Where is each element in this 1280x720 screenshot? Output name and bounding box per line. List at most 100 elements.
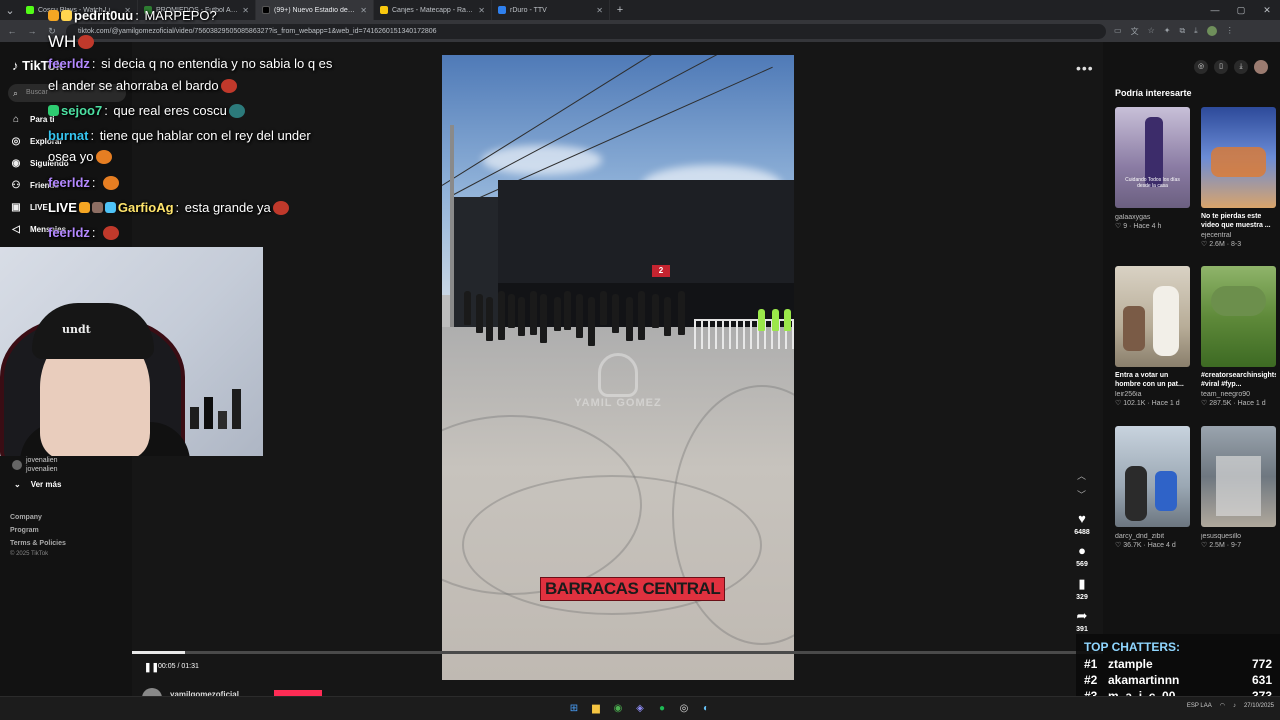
windows-icon[interactable]: ⊞ xyxy=(566,701,582,717)
crowd-person xyxy=(486,297,493,341)
emote-icon xyxy=(103,225,120,240)
translate-icon[interactable]: 文 xyxy=(1131,26,1139,37)
emote-icon xyxy=(272,200,289,215)
comment-button[interactable]: ● 569 xyxy=(1070,544,1094,569)
download-icon[interactable]: ⤓ xyxy=(1234,60,1248,74)
friends-icon: ⚇ xyxy=(11,180,21,191)
ver-mas-button[interactable]: ⌄ Ver más xyxy=(14,480,61,489)
badge-icon xyxy=(48,105,59,116)
browser-tab-active[interactable]: (99+) Nuevo Estadio de Fútbol✕ xyxy=(256,0,374,20)
cast-icon[interactable]: ▭ xyxy=(1114,26,1122,37)
close-window-icon[interactable]: ✕ xyxy=(1254,0,1280,20)
phone-icon[interactable]: ▯ xyxy=(1214,60,1228,74)
discord-icon[interactable]: ◈ xyxy=(632,701,648,717)
footer-link-program[interactable]: Program xyxy=(10,527,39,534)
tab-favicon xyxy=(26,6,34,14)
close-tab-icon[interactable]: ✕ xyxy=(242,6,249,15)
profile-avatar[interactable] xyxy=(1206,25,1217,36)
video-thumbnail xyxy=(1115,426,1190,527)
puzzle-icon[interactable]: ⧉ xyxy=(1179,26,1185,37)
video-pole xyxy=(450,125,454,355)
pause-icon[interactable]: ❚❚ xyxy=(144,662,159,673)
video-progress-bar[interactable] xyxy=(132,651,1103,654)
badge-icon xyxy=(61,10,72,21)
crowd-person-vest xyxy=(772,309,779,331)
compass-icon[interactable]: ◎ xyxy=(1194,60,1208,74)
tray-language[interactable]: ESP LAA xyxy=(1187,703,1212,709)
tab-search-icon[interactable]: ⌄ xyxy=(0,4,20,17)
save-button[interactable]: ▮ 329 xyxy=(1070,577,1094,602)
close-tab-icon[interactable]: ✕ xyxy=(360,6,367,15)
emote-icon xyxy=(78,35,95,49)
recommended-card[interactable]: #creatorsearchinsights #viral #fyp... te… xyxy=(1201,266,1276,407)
like-button[interactable]: ♥ 6488 xyxy=(1070,512,1094,537)
recommended-card[interactable]: Cuidando Todos los días desde la casa ga… xyxy=(1115,107,1190,230)
maximize-icon[interactable]: ▢ xyxy=(1228,0,1254,20)
tab-favicon xyxy=(262,6,270,14)
screen: ⌄ Coscu Plays - Watch Live on Ki✕ PROMIE… xyxy=(0,0,1280,720)
menu-kebab-icon[interactable]: ⋮ xyxy=(1226,26,1234,37)
chat-message: el ander se ahorraba el bardo xyxy=(48,78,237,93)
video-thumbnail: Cuidando Todos los días desde la casa xyxy=(1115,107,1190,208)
chat-message: sejoo7: que real eres coscu xyxy=(48,103,245,118)
crowd-person xyxy=(664,297,671,336)
recommended-card[interactable]: Entra a votar un hombre con un pat... le… xyxy=(1115,266,1190,407)
chatter-row: #1 ztample 772 xyxy=(1084,657,1272,671)
more-options-icon[interactable]: ••• xyxy=(1076,60,1094,76)
taskbar-apps: ⊞ ▆ ◉ ◈ ● ◎ ◐ xyxy=(566,701,714,717)
chat-message: pedrit0uu: MARPEPO? xyxy=(48,8,217,23)
browser-tab[interactable]: rDuro - TTV ✕ xyxy=(492,0,610,20)
volume-icon[interactable]: ♪ xyxy=(1233,703,1236,709)
previous-video-icon[interactable]: ︿ xyxy=(1077,469,1086,482)
recommended-card[interactable]: No te pierdas este video que muestra ...… xyxy=(1201,107,1276,248)
folder-icon[interactable]: ▆ xyxy=(588,701,604,717)
share-button[interactable]: ➦ 391 xyxy=(1070,609,1094,634)
sidebar-top-controls: ◎ ▯ ⤓ xyxy=(1194,60,1268,74)
following-account[interactable]: jovenalien jovenalien xyxy=(12,456,58,474)
crowd-person xyxy=(588,297,595,346)
next-video-icon[interactable]: ﹀ xyxy=(1077,488,1086,501)
download-icon[interactable]: ⤓ xyxy=(1194,26,1198,37)
tray-date[interactable]: 27/10/2025 xyxy=(1244,703,1274,709)
video-time: 00:05 / 01:31 xyxy=(158,663,199,670)
live-icon: ▣ xyxy=(11,202,21,213)
obs-icon[interactable]: ◎ xyxy=(676,701,692,717)
minimize-icon[interactable]: — xyxy=(1202,0,1228,20)
user-avatar[interactable] xyxy=(1254,60,1268,74)
streamer-webcam: undt xyxy=(0,247,263,456)
url-input[interactable]: tiktok.com/@yamilgomezoficial/video/7560… xyxy=(66,23,1106,39)
back-icon[interactable]: ← xyxy=(6,26,18,36)
tab-favicon xyxy=(380,6,388,14)
crowd-person xyxy=(464,291,471,325)
crowd-person xyxy=(678,291,685,335)
spotify-icon[interactable]: ● xyxy=(654,701,670,717)
recommended-card[interactable]: jesusquesillo ♡ 2.5M · 9-7 xyxy=(1201,426,1276,549)
close-tab-icon[interactable]: ✕ xyxy=(596,6,603,15)
browser-tab[interactable]: Canjes - Matecapp - Ranking y✕ xyxy=(374,0,492,20)
crowd-person xyxy=(576,294,583,338)
chat-message: LIVE GarfioAg: esta grande ya xyxy=(48,200,289,215)
footer-link-terms[interactable]: Terms & Policies xyxy=(10,540,66,547)
recommended-card[interactable]: darcy_dnd_zibit ♡ 36.7K · Hace 4 d xyxy=(1115,426,1190,549)
extension-icon[interactable]: ✦ xyxy=(1164,26,1171,37)
video-thumbnail xyxy=(1115,266,1190,367)
close-tab-icon[interactable]: ✕ xyxy=(478,6,485,15)
chat-message: WH xyxy=(48,32,95,52)
chrome-icon[interactable]: ◉ xyxy=(610,701,626,717)
messages-icon: ◁ xyxy=(12,224,20,235)
video-player[interactable]: 2 YAMIL GOMEZ BARRACAS CENTRAL xyxy=(442,55,794,680)
video-fence xyxy=(694,319,794,349)
crowd-person xyxy=(476,294,483,333)
watermark-text: YAMIL GOMEZ xyxy=(574,397,662,409)
new-tab-button[interactable]: + xyxy=(610,4,630,16)
address-bar: ← → ↻ tiktok.com/@yamilgomezoficial/vide… xyxy=(0,20,1280,42)
crowd-person-vest xyxy=(758,309,765,331)
emote-icon xyxy=(228,103,245,118)
footer-link-company[interactable]: Company xyxy=(10,514,42,521)
bookmark-star-icon[interactable]: ☆ xyxy=(1148,26,1155,37)
video-stadium-sign: 2 xyxy=(652,265,670,277)
nav-item-live[interactable]: ▣ LIVE xyxy=(10,202,48,213)
wifi-icon[interactable]: ◠ xyxy=(1220,702,1225,709)
steam-icon[interactable]: ◐ xyxy=(698,701,714,717)
forward-icon[interactable]: → xyxy=(26,26,38,36)
